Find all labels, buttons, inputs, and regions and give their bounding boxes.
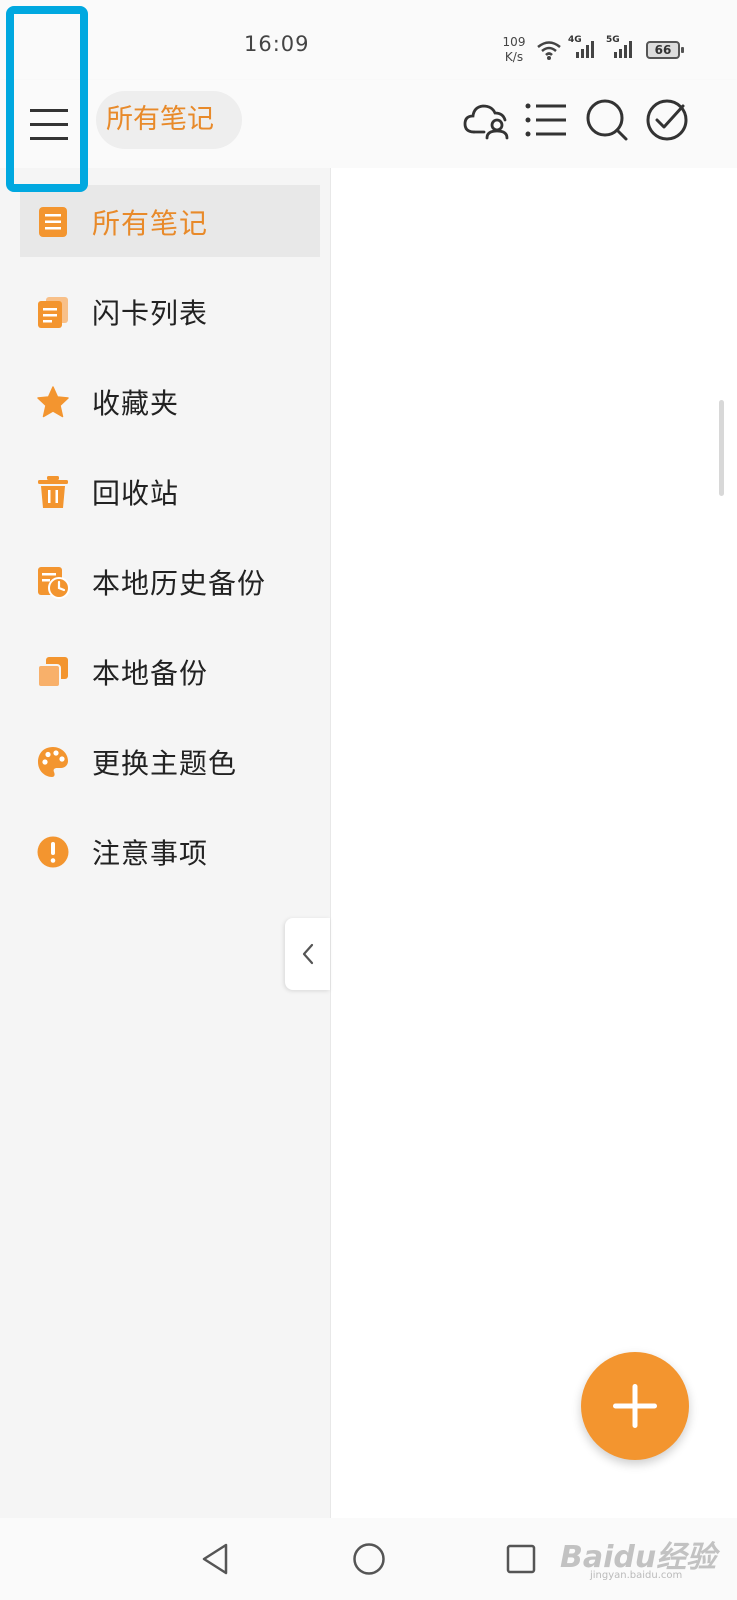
cloud-account-icon[interactable] <box>462 96 510 144</box>
status-time: 16:09 <box>244 32 310 56</box>
select-check-icon[interactable] <box>643 96 691 144</box>
plus-icon <box>613 1384 657 1428</box>
sidebar-item-label: 更换主题色 <box>92 747 238 780</box>
trash-icon <box>38 476 68 508</box>
copy-backup-icon <box>37 657 68 688</box>
status-icons: 109 K/s 4G 5G 66 <box>500 30 684 70</box>
add-note-button[interactable] <box>581 1352 689 1460</box>
sidebar-item-label: 回收站 <box>92 477 180 510</box>
sidebar-item-change-theme[interactable]: 更换主题色 <box>20 725 320 797</box>
battery-icon: 66 <box>646 41 684 59</box>
sidebar-item-trash[interactable]: 回收站 <box>20 455 320 527</box>
back-icon[interactable] <box>200 1542 230 1576</box>
warning-icon <box>37 836 69 868</box>
sidebar-item-label: 闪卡列表 <box>92 297 209 330</box>
sidebar-item-local-history-backup[interactable]: 本地历史备份 <box>20 545 320 617</box>
hamburger-icon <box>30 109 68 140</box>
sidebar-item-flashcards[interactable]: 闪卡列表 <box>20 275 320 347</box>
watermark-url: jingyan.baidu.com <box>590 1570 683 1581</box>
sidebar-item-local-backup[interactable]: 本地备份 <box>20 635 320 707</box>
star-icon <box>37 386 69 418</box>
search-icon[interactable] <box>583 96 631 144</box>
history-backup-icon <box>38 567 70 599</box>
home-icon[interactable] <box>352 1542 386 1576</box>
scroll-indicator <box>719 400 724 496</box>
collapse-drawer-button[interactable] <box>285 918 330 990</box>
sidebar-item-all-notes[interactable]: 所有笔记 <box>20 185 320 257</box>
sidebar-item-favorites[interactable]: 收藏夹 <box>20 365 320 437</box>
sidebar-item-notes-attention[interactable]: 注意事项 <box>20 815 320 887</box>
list-view-icon[interactable] <box>522 96 570 144</box>
notebook-selector[interactable]: 所有笔记 <box>96 91 242 149</box>
recents-icon[interactable] <box>506 1544 536 1574</box>
sidebar-item-label: 本地备份 <box>92 657 209 690</box>
sidebar-item-label: 所有笔记 <box>92 207 209 240</box>
status-bar: 16:09 109 K/s 4G 5G 66 <box>0 0 737 80</box>
signal-5g-icon: 5G <box>606 35 638 63</box>
notes-content-area <box>331 168 737 1518</box>
sidebar-item-label: 注意事项 <box>92 837 209 870</box>
sidebar-item-label: 本地历史备份 <box>92 567 267 600</box>
wifi-icon <box>537 41 561 60</box>
network-speed: 109 K/s <box>502 35 526 64</box>
signal-4g-icon: 4G <box>568 35 600 63</box>
sidebar-item-label: 收藏夹 <box>92 387 180 420</box>
notes-list-icon <box>39 207 67 237</box>
chevron-left-icon <box>302 943 314 965</box>
palette-icon <box>38 747 68 777</box>
flashcards-icon <box>38 297 68 328</box>
menu-button[interactable] <box>6 6 88 192</box>
navigation-drawer: 所有笔记 闪卡列表 收藏夹 回收站 本地历史备份 本地备份 更换主题色 注意事项 <box>0 168 331 1518</box>
